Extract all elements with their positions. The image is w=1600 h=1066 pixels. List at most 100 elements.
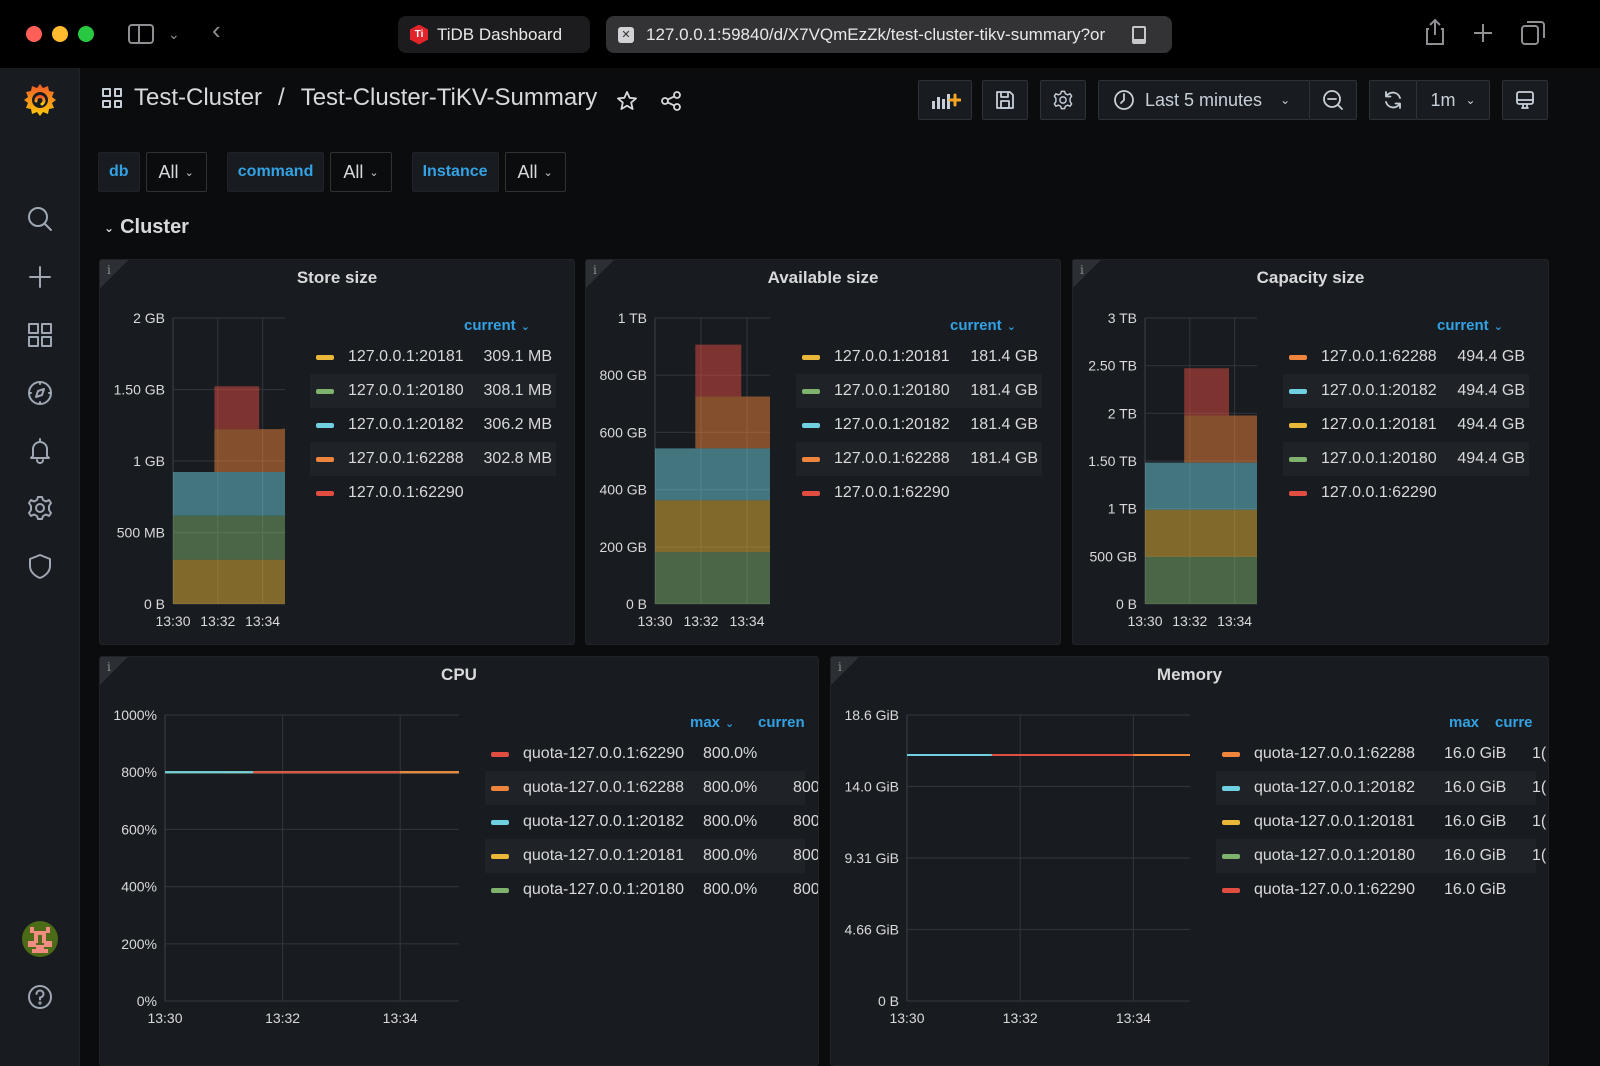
series-color-swatch-icon[interactable] (316, 354, 334, 360)
legend-item[interactable]: 127.0.0.1:20180 494.4 GB (1283, 442, 1529, 476)
breadcrumb-folder-link[interactable]: Test-Cluster (134, 84, 262, 112)
share-icon[interactable] (1423, 18, 1447, 46)
grafana-logo-icon[interactable] (20, 80, 60, 120)
series-color-swatch-icon[interactable] (1222, 785, 1240, 791)
refresh-button[interactable] (1369, 80, 1417, 120)
area-series-127-0-0-1-20181[interactable] (655, 500, 770, 553)
legend-sort-header[interactable]: current ⌄ (950, 317, 1016, 334)
help-icon[interactable] (20, 977, 60, 1017)
zoom-window-button[interactable] (78, 26, 94, 42)
reader-mode-icon[interactable] (1132, 25, 1146, 44)
series-color-swatch-icon[interactable] (1222, 751, 1240, 757)
series-color-swatch-icon[interactable] (1222, 819, 1240, 825)
legend-item[interactable]: 127.0.0.1:62288 302.8 MB (310, 442, 556, 476)
series-color-swatch-icon[interactable] (316, 490, 334, 496)
create-plus-icon[interactable] (20, 257, 60, 297)
legend-item[interactable]: 127.0.0.1:62288 494.4 GB (1283, 340, 1529, 374)
tab-overview-icon[interactable] (1520, 20, 1546, 46)
save-dashboard-button[interactable] (982, 80, 1028, 120)
area-series-127-0-0-1-20180[interactable] (1145, 556, 1257, 604)
legend-item[interactable]: quota-127.0.0.1:62288 16.0 GiB 1( (1216, 737, 1546, 771)
variable-select-db[interactable]: All ⌄ (145, 152, 207, 192)
series-color-swatch-icon[interactable] (802, 422, 820, 428)
legend-item[interactable]: 127.0.0.1:20182 181.4 GB (796, 408, 1042, 442)
series-color-swatch-icon[interactable] (316, 456, 334, 462)
legend-item[interactable]: quota-127.0.0.1:20180 16.0 GiB 1( (1216, 839, 1546, 873)
legend-item[interactable]: 127.0.0.1:20181 494.4 GB (1283, 408, 1529, 442)
series-color-swatch-icon[interactable] (802, 354, 820, 360)
legend-item[interactable]: 127.0.0.1:62290 (796, 476, 1042, 510)
series-color-swatch-icon[interactable] (1222, 887, 1240, 893)
row-cluster-toggle[interactable]: ⌄ Cluster (104, 216, 189, 239)
area-series-127-0-0-1-20180[interactable] (173, 515, 285, 560)
close-icon[interactable]: ✕ (618, 26, 634, 43)
tv-mode-button[interactable] (1502, 80, 1548, 120)
legend-item[interactable]: quota-127.0.0.1:20181 16.0 GiB 1( (1216, 805, 1546, 839)
legend-item[interactable]: 127.0.0.1:20182 306.2 MB (310, 408, 556, 442)
sidebar-toggle-icon[interactable] (128, 24, 154, 44)
legend-item[interactable]: 127.0.0.1:20180 308.1 MB (310, 374, 556, 408)
variable-select-instance[interactable]: All ⌄ (504, 152, 566, 192)
series-color-swatch-icon[interactable] (1289, 490, 1307, 496)
legend-sort-header-current[interactable]: curren (758, 714, 805, 731)
legend-item[interactable]: 127.0.0.1:62288 181.4 GB (796, 442, 1042, 476)
area-series-127-0-0-1-20180[interactable] (655, 552, 770, 604)
time-range-picker[interactable]: Last 5 minutes ⌄ (1098, 80, 1310, 120)
close-window-button[interactable] (26, 26, 42, 42)
explore-compass-icon[interactable] (20, 373, 60, 413)
chevron-down-icon[interactable]: ⌄ (168, 20, 180, 48)
series-color-swatch-icon[interactable] (802, 456, 820, 462)
legend-item[interactable]: 127.0.0.1:62290 (310, 476, 556, 510)
series-color-swatch-icon[interactable] (491, 751, 509, 757)
share-dashboard-icon[interactable] (660, 90, 682, 112)
series-color-swatch-icon[interactable] (491, 887, 509, 893)
series-color-swatch-icon[interactable] (491, 853, 509, 859)
legend-item[interactable]: quota-127.0.0.1:20181 800.0% 800. (485, 839, 818, 873)
back-icon[interactable]: ‹ (212, 16, 221, 44)
area-series-127-0-0-1-62288[interactable] (173, 428, 285, 472)
legend-item[interactable]: quota-127.0.0.1:20180 800.0% 800. (485, 873, 818, 907)
dashboards-grid-icon[interactable] (20, 315, 60, 355)
legend-sort-header-max[interactable]: max (1449, 714, 1479, 731)
legend-item[interactable]: 127.0.0.1:62290 (1283, 476, 1529, 510)
area-series-127-0-0-1-20182[interactable] (173, 472, 285, 516)
area-series-127-0-0-1-62288[interactable] (655, 396, 770, 449)
legend-item[interactable]: quota-127.0.0.1:20182 800.0% 800. (485, 805, 818, 839)
legend-item[interactable]: 127.0.0.1:20181 309.1 MB (310, 340, 556, 374)
area-series-127-0-0-1-20181[interactable] (173, 559, 285, 604)
legend-item[interactable]: 127.0.0.1:20180 181.4 GB (796, 374, 1042, 408)
area-series-127-0-0-1-20181[interactable] (1145, 509, 1257, 557)
series-color-swatch-icon[interactable] (1222, 853, 1240, 859)
star-icon[interactable] (616, 90, 638, 112)
minimize-window-button[interactable] (52, 26, 68, 42)
server-admin-shield-icon[interactable] (20, 546, 60, 586)
legend-item[interactable]: quota-127.0.0.1:62288 800.0% 800. (485, 771, 818, 805)
legend-item[interactable]: 127.0.0.1:20181 181.4 GB (796, 340, 1042, 374)
zoom-out-button[interactable] (1309, 80, 1357, 120)
series-color-swatch-icon[interactable] (316, 388, 334, 394)
legend-item[interactable]: 127.0.0.1:20182 494.4 GB (1283, 374, 1529, 408)
add-panel-button[interactable] (918, 80, 972, 120)
legend-item[interactable]: quota-127.0.0.1:20182 16.0 GiB 1( (1216, 771, 1546, 805)
refresh-interval-picker[interactable]: 1m ⌄ (1416, 80, 1490, 120)
dashboard-settings-button[interactable] (1040, 80, 1086, 120)
tab-tidb-dashboard[interactable]: Ti TiDB Dashboard (398, 16, 590, 53)
legend-item[interactable]: quota-127.0.0.1:62290 16.0 GiB (1216, 873, 1536, 907)
series-color-swatch-icon[interactable] (316, 422, 334, 428)
search-icon[interactable] (20, 199, 60, 239)
area-series-127-0-0-1-20182[interactable] (655, 448, 770, 501)
legend-item[interactable]: quota-127.0.0.1:62290 800.0% (485, 737, 805, 771)
dashboard-title-link[interactable]: Test-Cluster-TiKV-Summary (301, 84, 597, 112)
alerting-bell-icon[interactable] (20, 430, 60, 470)
series-color-swatch-icon[interactable] (802, 388, 820, 394)
legend-sort-header-max[interactable]: max ⌄ (690, 714, 734, 731)
new-tab-icon[interactable] (1472, 22, 1494, 44)
url-text[interactable]: 127.0.0.1:59840/d/X7VQmEzZk/test-cluster… (646, 25, 1124, 45)
user-avatar[interactable] (22, 921, 58, 957)
series-color-swatch-icon[interactable] (491, 819, 509, 825)
legend-sort-header[interactable]: current ⌄ (464, 317, 530, 334)
tab-address-bar[interactable]: ✕ 127.0.0.1:59840/d/X7VQmEzZk/test-clust… (606, 16, 1172, 53)
series-color-swatch-icon[interactable] (1289, 456, 1307, 462)
series-color-swatch-icon[interactable] (1289, 354, 1307, 360)
area-series-127-0-0-1-62288[interactable] (1145, 415, 1257, 463)
